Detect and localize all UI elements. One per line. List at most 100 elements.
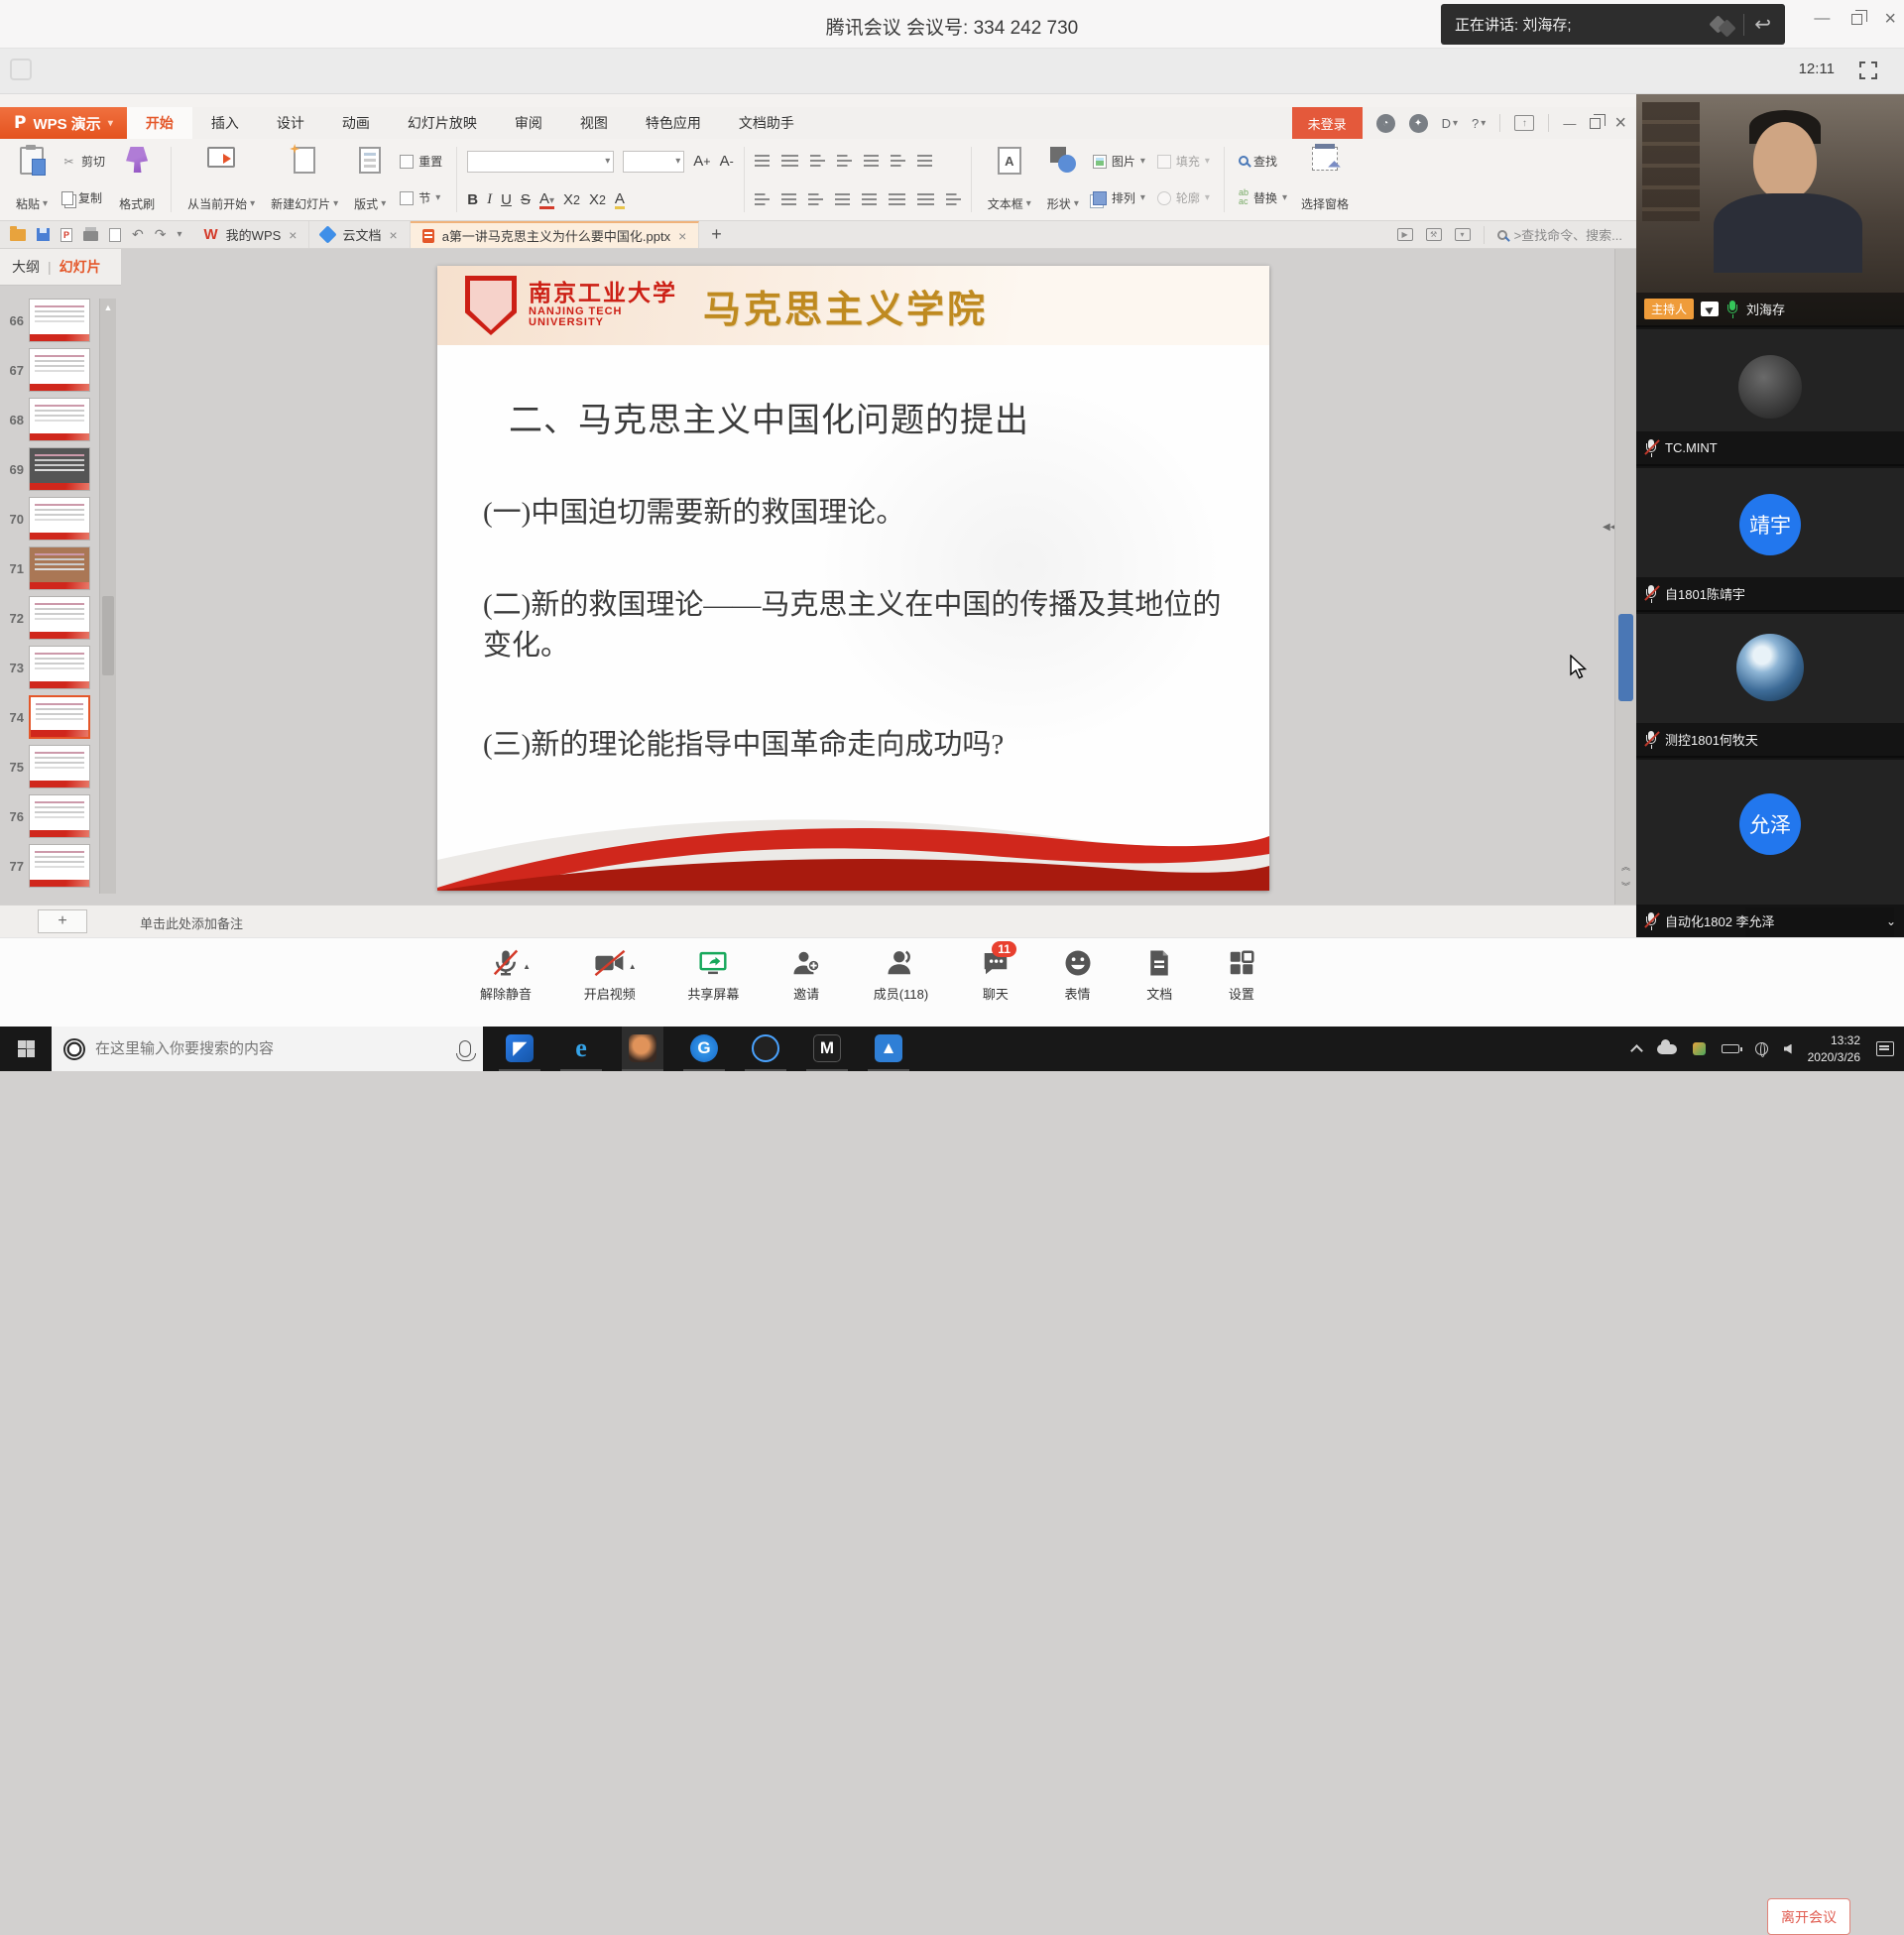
unmute-button[interactable]: ▲ 解除静音 bbox=[474, 946, 537, 1005]
align-left-icon[interactable] bbox=[755, 193, 770, 205]
slide-thumbnail-73[interactable]: 73 bbox=[0, 646, 99, 689]
taskbar-app-edge-icon[interactable]: e bbox=[560, 1027, 602, 1071]
globe-icon[interactable]: ◔ bbox=[1376, 114, 1395, 133]
slide-scrollbar-thumb[interactable] bbox=[1618, 614, 1633, 701]
hidden-icons-chevron[interactable] bbox=[1630, 1044, 1643, 1057]
section-button[interactable]: 节▾ bbox=[396, 187, 446, 208]
subscript-button[interactable]: X2 bbox=[589, 191, 606, 208]
new-tab-button[interactable]: + bbox=[699, 221, 734, 248]
taskbar-clock[interactable]: 13:32 2020/3/26 bbox=[1808, 1032, 1860, 1066]
line-spacing-icon[interactable] bbox=[889, 193, 905, 205]
volume-icon[interactable] bbox=[1784, 1044, 1792, 1054]
reply-arrow-icon[interactable]: ↩ bbox=[1754, 12, 1771, 37]
doc-tab-presentation[interactable]: a第一讲马克思主义为什么要中国化.pptx × bbox=[411, 221, 700, 248]
quick-access-caret[interactable]: ▾ bbox=[177, 229, 181, 240]
tab-doc-assistant[interactable]: 文档助手 bbox=[720, 107, 813, 139]
doc-tab-my-wps[interactable]: W 我的WPS × bbox=[192, 221, 310, 248]
grow-font-button[interactable]: A+ bbox=[693, 153, 710, 170]
scroll-up-arrow-icon[interactable]: ▲ bbox=[102, 302, 114, 312]
emoji-button[interactable]: 表情 bbox=[1057, 946, 1099, 1005]
reset-button[interactable]: 重置 bbox=[396, 151, 446, 172]
shapes-button[interactable]: 形状▾ bbox=[1041, 143, 1085, 216]
bold-button[interactable]: B bbox=[467, 191, 478, 208]
layout-switch-icon[interactable]: ▾ bbox=[1455, 228, 1471, 241]
paragraph-spacing-icon[interactable] bbox=[917, 193, 934, 205]
text-indent-icon[interactable] bbox=[946, 193, 961, 205]
justify-icon[interactable] bbox=[835, 193, 850, 205]
slide-thumbnail-74-selected[interactable]: 74 bbox=[0, 695, 99, 739]
battery-icon[interactable] bbox=[1722, 1044, 1739, 1053]
picture-button[interactable]: 图片▾ bbox=[1089, 151, 1149, 172]
hide-ribbon-icon[interactable]: ↑ bbox=[1514, 115, 1534, 131]
close-tab-icon[interactable]: × bbox=[390, 227, 398, 243]
chat-button[interactable]: 11 聊天 bbox=[975, 946, 1016, 1005]
app-tray-icon[interactable] bbox=[1693, 1042, 1706, 1055]
cloud-tray-icon[interactable] bbox=[1657, 1044, 1677, 1054]
slide-thumbnail-75[interactable]: 75 bbox=[0, 745, 99, 788]
participant-tile-3[interactable]: 靖宇 自1801陈靖宇 bbox=[1636, 468, 1904, 612]
tools-icon[interactable]: ⚒ bbox=[1426, 228, 1442, 241]
members-button[interactable]: 成员(118) bbox=[868, 946, 934, 1005]
align-right-icon[interactable] bbox=[808, 193, 823, 205]
chevron-down-icon[interactable]: ⌄ bbox=[1886, 914, 1896, 928]
italic-button[interactable]: I bbox=[487, 191, 492, 208]
tab-view[interactable]: 视图 bbox=[561, 107, 627, 139]
export-pdf-icon[interactable] bbox=[60, 228, 72, 242]
slide-thumbnail-77[interactable]: 77 bbox=[0, 844, 99, 888]
login-button[interactable]: 未登录 bbox=[1292, 107, 1363, 139]
layout-button[interactable]: 版式▾ bbox=[348, 143, 392, 216]
panel-scrollbar[interactable]: ▲ bbox=[99, 299, 116, 894]
selection-pane-button[interactable]: 选择窗格 bbox=[1295, 143, 1355, 216]
slide-thumbnail-72[interactable]: 72 bbox=[0, 596, 99, 640]
tab-review[interactable]: 审阅 bbox=[496, 107, 561, 139]
taskbar-app-icon-1[interactable]: ◤ bbox=[499, 1027, 540, 1071]
save-icon[interactable] bbox=[37, 228, 50, 241]
settings-button[interactable]: 设置 bbox=[1221, 946, 1262, 1005]
taskbar-search[interactable] bbox=[52, 1027, 483, 1071]
participant-tile-host[interactable]: 主持人 刘海存 bbox=[1636, 94, 1904, 327]
invite-button[interactable]: 邀请 bbox=[785, 946, 827, 1005]
taskbar-app-icon-7[interactable]: ▲ bbox=[868, 1027, 909, 1071]
participant-tile-5[interactable]: 允泽 自动化1802 李允泽 ⌄ bbox=[1636, 760, 1904, 937]
superscript-button[interactable]: X2 bbox=[563, 191, 580, 208]
slide-thumbnail-71[interactable]: 71 bbox=[0, 546, 99, 590]
taskbar-search-input[interactable] bbox=[95, 1040, 422, 1057]
slide-scrollbar[interactable]: ︽ ︾ bbox=[1614, 249, 1636, 905]
columns-icon[interactable] bbox=[891, 155, 905, 167]
open-file-icon[interactable] bbox=[10, 229, 26, 241]
taskbar-app-icon-3[interactable] bbox=[622, 1027, 663, 1071]
docer-menu-icon[interactable]: D▾ bbox=[1442, 116, 1458, 131]
tab-home[interactable]: 开始 bbox=[127, 107, 192, 139]
previous-slide-button[interactable]: ︽ bbox=[1618, 863, 1633, 879]
highlight-button[interactable]: A bbox=[615, 191, 625, 209]
tab-slideshow[interactable]: 幻灯片放映 bbox=[389, 107, 496, 139]
close-tab-icon[interactable]: × bbox=[289, 227, 297, 243]
underline-button[interactable]: U bbox=[501, 191, 512, 208]
format-painter-button[interactable]: 格式刷 bbox=[113, 143, 161, 216]
command-search[interactable]: >查找命令、搜索... bbox=[1497, 225, 1622, 244]
tab-animation[interactable]: 动画 bbox=[323, 107, 389, 139]
start-video-button[interactable]: ▲ 开启视频 bbox=[578, 946, 642, 1005]
doc-tab-cloud-docs[interactable]: 云文档 × bbox=[309, 221, 410, 248]
font-family-combo[interactable]: ▾ bbox=[467, 151, 614, 173]
slide-thumbnail-66[interactable]: 66 bbox=[0, 299, 99, 342]
participant-tile-4[interactable]: 测控1801何牧天 bbox=[1636, 614, 1904, 758]
wps-app-menu[interactable]: P WPS 演示 ▾ bbox=[0, 107, 127, 139]
taskbar-app-icon-5[interactable] bbox=[745, 1027, 786, 1071]
decrease-indent-icon[interactable] bbox=[810, 155, 825, 167]
increase-indent-icon[interactable] bbox=[837, 155, 852, 167]
textbox-button[interactable]: A 文本框▾ bbox=[982, 143, 1037, 216]
slide-thumbnail-68[interactable]: 68 bbox=[0, 398, 99, 441]
text-tools-icon[interactable] bbox=[917, 155, 932, 167]
replace-button[interactable]: abac替换▾ bbox=[1235, 186, 1291, 208]
cut-button[interactable]: ✂剪切 bbox=[58, 151, 109, 172]
panel-scrollbar-thumb[interactable] bbox=[102, 596, 114, 675]
close-tab-icon[interactable]: × bbox=[678, 228, 686, 244]
mic-options-caret[interactable]: ▲ bbox=[523, 962, 531, 971]
participant-tile-2[interactable]: TC.MINT bbox=[1636, 329, 1904, 466]
cortana-icon[interactable] bbox=[63, 1038, 85, 1060]
docs-button[interactable]: 文档 bbox=[1138, 946, 1180, 1005]
print-icon[interactable] bbox=[83, 231, 98, 241]
fullscreen-icon[interactable] bbox=[1858, 60, 1878, 83]
next-slide-button[interactable]: ︾ bbox=[1618, 883, 1633, 899]
